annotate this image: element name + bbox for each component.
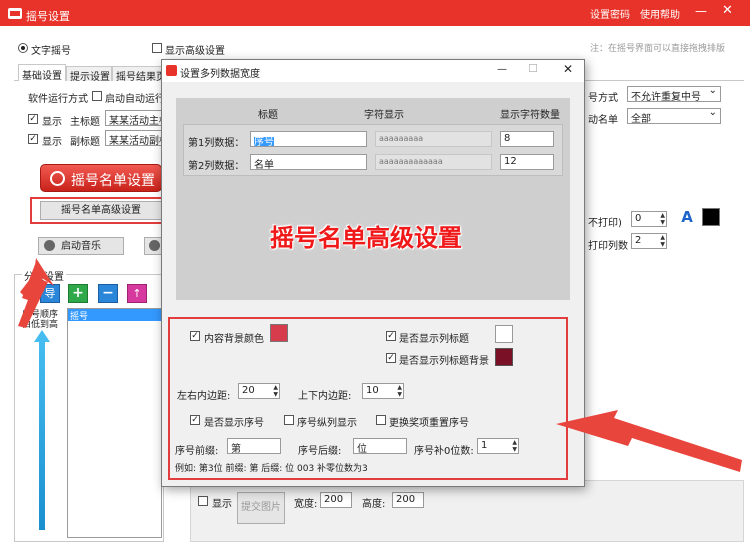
right-red-arrow-icon <box>556 410 742 472</box>
annotation-arrows <box>18 258 742 472</box>
